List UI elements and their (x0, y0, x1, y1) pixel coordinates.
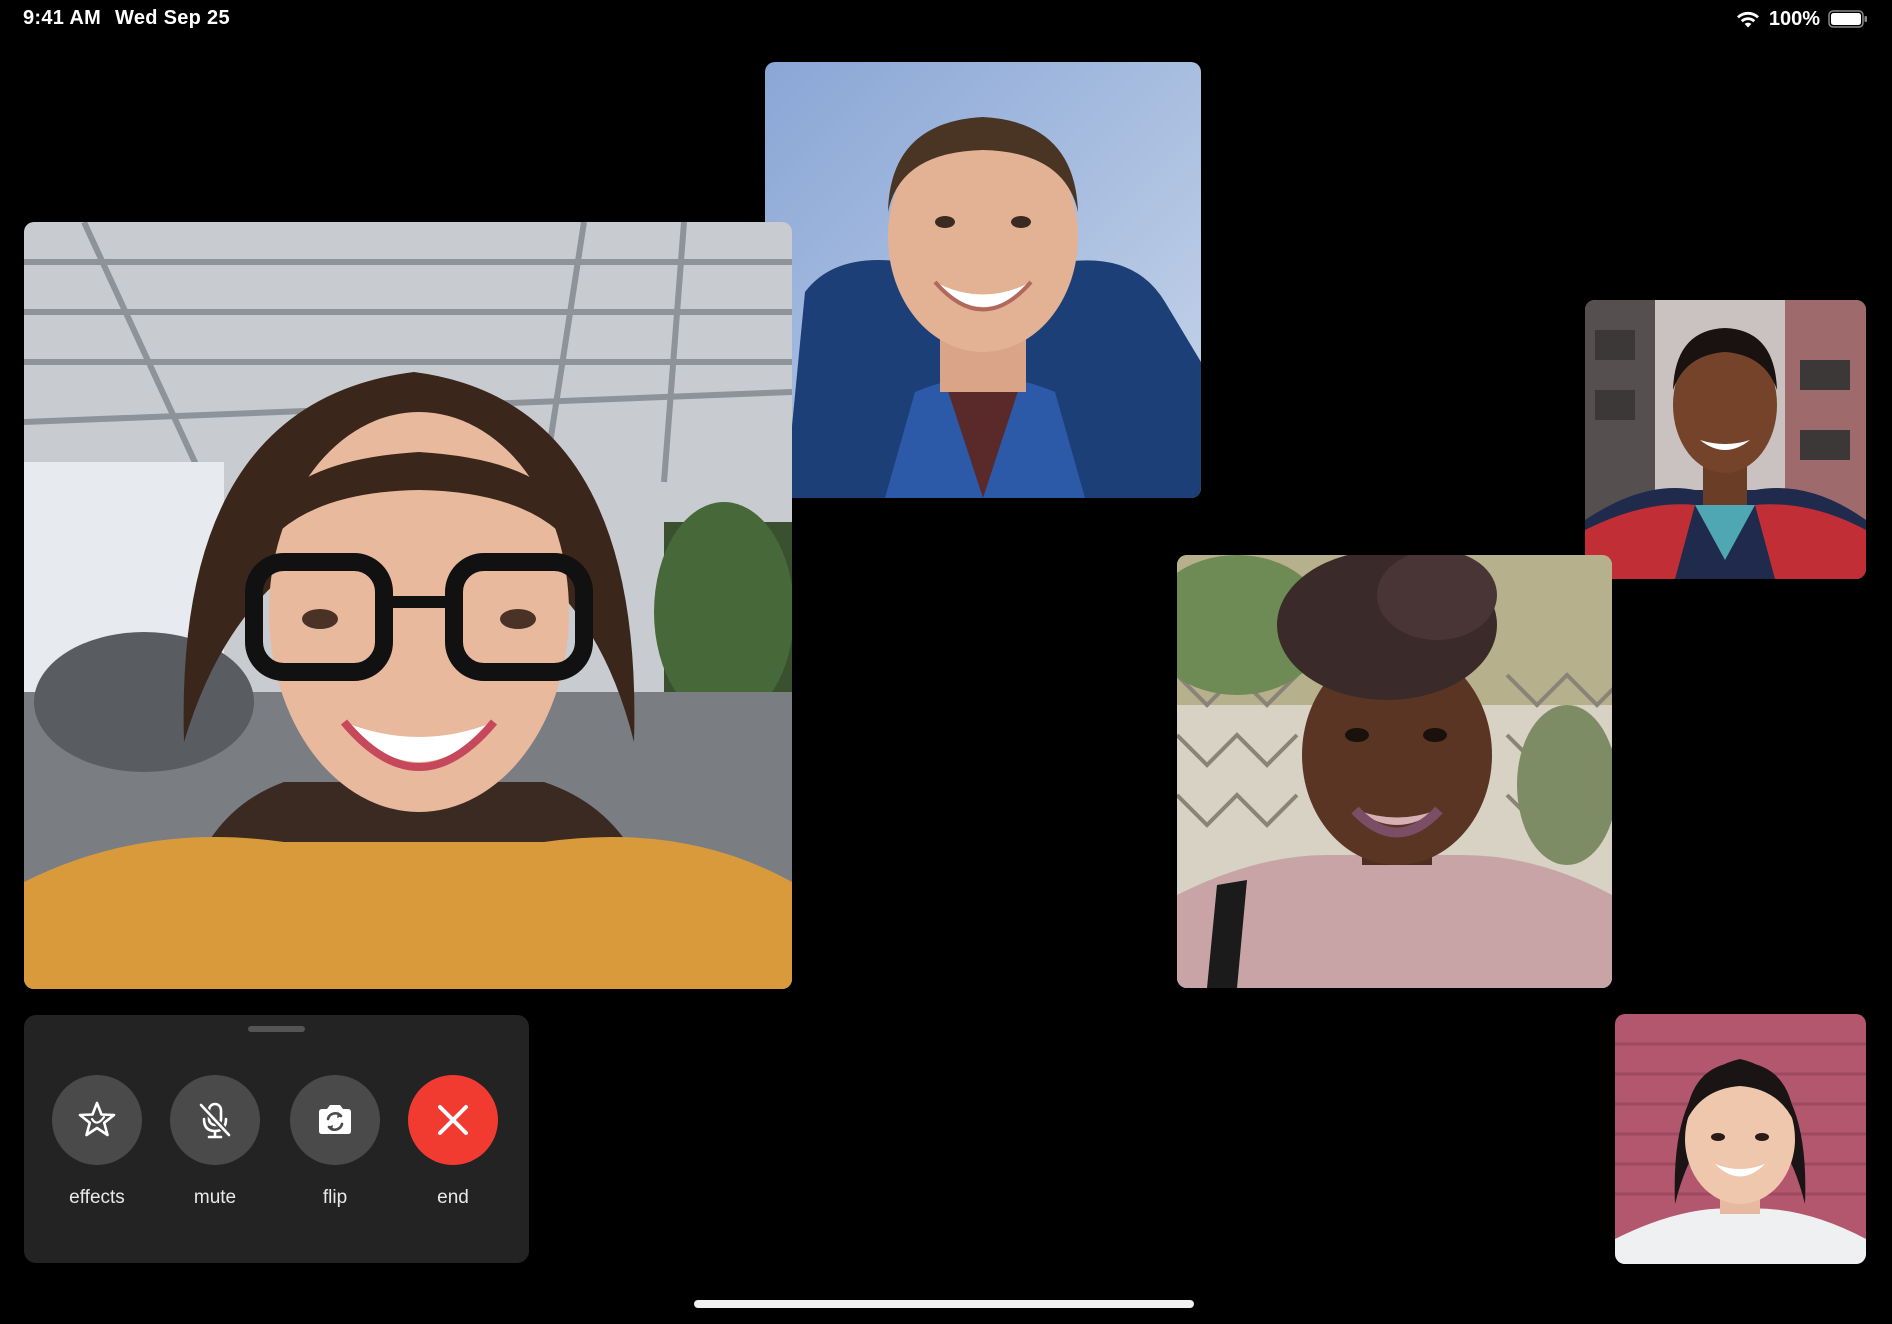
mute-button-circle[interactable] (170, 1075, 260, 1165)
status-time: 9:41 AM (23, 7, 102, 29)
call-controls-panel: effects mute flip end (24, 1015, 529, 1263)
flip-camera-button[interactable]: flip (280, 1075, 390, 1225)
participant-video (1615, 1014, 1866, 1264)
participant-video-tile[interactable] (24, 222, 792, 989)
end-label: end (437, 1187, 469, 1208)
mute-button[interactable]: mute (160, 1075, 270, 1225)
mute-label: mute (193, 1187, 237, 1208)
participant-video (765, 62, 1201, 498)
close-icon (438, 1105, 468, 1135)
end-button-circle[interactable] (408, 1075, 498, 1165)
battery-percentage: 100% (1768, 7, 1820, 30)
participant-video-tile[interactable] (765, 62, 1201, 498)
participant-video-tile[interactable] (1615, 1014, 1866, 1264)
status-date: Wed Sep 25 (115, 7, 230, 29)
participant-video-tile[interactable] (1177, 555, 1612, 988)
home-indicator[interactable] (694, 1300, 1194, 1308)
wifi-icon (1736, 11, 1759, 28)
battery-icon (1828, 10, 1867, 28)
effects-button[interactable]: effects (42, 1075, 152, 1225)
flip-label: flip (322, 1187, 348, 1208)
participant-video-tile[interactable] (1585, 300, 1866, 579)
microphone-slash-icon (198, 1102, 232, 1139)
participant-video (24, 222, 792, 989)
camera-rotate-icon (319, 1105, 351, 1134)
end-call-button[interactable]: end (398, 1075, 508, 1225)
panel-grabber-handle[interactable] (248, 1026, 305, 1032)
effects-button-circle[interactable] (52, 1075, 142, 1165)
flip-button-circle[interactable] (290, 1075, 380, 1165)
facetime-group-call-screen: 9:41 AM Wed Sep 25 100% effects mute fli… (0, 0, 1892, 1324)
participant-video (1585, 300, 1866, 579)
star-icon (78, 1101, 116, 1137)
status-bar: 9:41 AM Wed Sep 25 100% (0, 0, 1892, 40)
status-right-group: 100% (1735, 6, 1868, 32)
effects-label: effects (69, 1187, 125, 1208)
participant-video (1177, 555, 1612, 988)
